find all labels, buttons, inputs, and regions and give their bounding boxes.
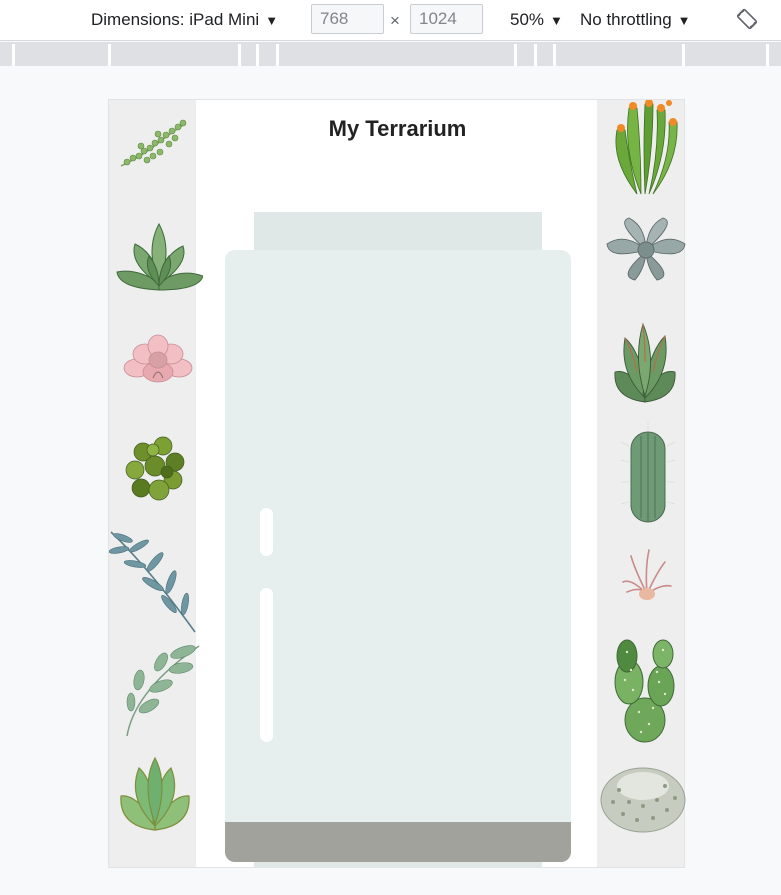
zoom-dropdown[interactable]: 50% ▼ xyxy=(510,0,563,40)
ruler-tick xyxy=(12,44,15,66)
zoom-label: 50% xyxy=(510,10,545,29)
throttling-dropdown[interactable]: No throttling ▼ xyxy=(580,0,691,40)
chevron-down-icon: ▼ xyxy=(265,12,279,28)
dimensions-label: Dimensions: iPad Mini xyxy=(91,10,260,29)
plant-blue-eucalyptus-sprig[interactable] xyxy=(109,528,199,636)
plant-fuzzy-ball-cactus[interactable] xyxy=(599,762,687,834)
plant-air-plant[interactable] xyxy=(621,548,673,602)
ruler-tick xyxy=(553,44,556,66)
height-input[interactable]: 1024 xyxy=(410,4,483,34)
jar-glossy-highlight xyxy=(260,588,273,742)
rotate-icon[interactable] xyxy=(736,8,758,30)
plant-aloe-succulent[interactable] xyxy=(611,322,679,404)
jar-lid xyxy=(254,212,542,252)
throttling-label: No throttling xyxy=(580,10,672,29)
ruler-tick xyxy=(534,44,537,66)
ruler-tick xyxy=(766,44,769,66)
jar xyxy=(225,250,571,862)
chevron-down-icon: ▼ xyxy=(550,12,563,28)
plant-grey-rosette-succulent[interactable] xyxy=(605,216,687,282)
device-toolbar: Dimensions: iPad Mini ▼ 768 × 1024 50% ▼… xyxy=(0,0,781,41)
ruler-tick xyxy=(682,44,685,66)
terrarium-page: My Terrarium xyxy=(108,99,687,868)
jar-glossy-highlight xyxy=(260,508,273,556)
plant-green-leaf-sprig[interactable] xyxy=(121,640,203,740)
ruler-tick xyxy=(256,44,259,66)
times-symbol: × xyxy=(390,11,400,30)
page-title: My Terrarium xyxy=(328,116,467,141)
dimensions-dropdown[interactable]: Dimensions: iPad Mini ▼ xyxy=(91,0,278,40)
jar-soil xyxy=(225,822,571,862)
ruler-tick xyxy=(238,44,241,66)
width-input[interactable]: 768 xyxy=(311,4,384,34)
plant-prickly-pear-cactus[interactable] xyxy=(611,636,677,744)
ruler-tick xyxy=(276,44,279,66)
chevron-down-icon: ▼ xyxy=(677,12,691,28)
jar-bottom xyxy=(254,862,542,868)
plant-columnar-cactus[interactable] xyxy=(619,422,677,524)
plant-green-rosette-succulent[interactable] xyxy=(115,220,203,292)
plant-green-clover-plant[interactable] xyxy=(123,434,189,506)
plant-pink-echeveria[interactable] xyxy=(123,332,193,386)
ruler-tick xyxy=(514,44,517,66)
plant-string-of-pearls[interactable] xyxy=(117,116,189,172)
ruler-tick xyxy=(108,44,111,66)
media-query-ruler[interactable] xyxy=(0,42,781,66)
plant-jade-echeveria[interactable] xyxy=(117,754,193,834)
plant-orange-tipped-cactus[interactable] xyxy=(607,100,679,198)
